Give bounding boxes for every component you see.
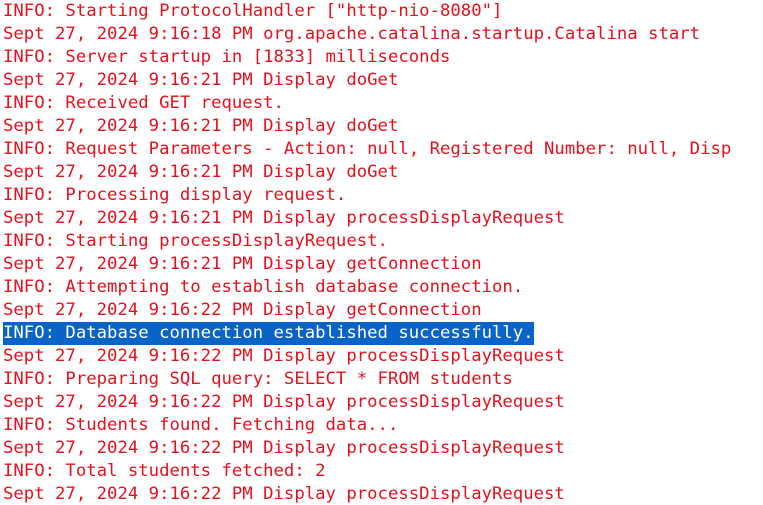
log-line-text: Sept 27, 2024 9:16:22 PM Display getConn…: [3, 300, 482, 320]
log-line[interactable]: Sept 27, 2024 9:16:18 PM org.apache.cata…: [0, 23, 763, 46]
log-line-text: Sept 27, 2024 9:16:21 PM Display process…: [3, 208, 565, 228]
log-line[interactable]: INFO: Starting ProtocolHandler ["http-ni…: [0, 0, 763, 23]
console-output[interactable]: INFO: Starting ProtocolHandler ["http-ni…: [0, 0, 763, 505]
log-line[interactable]: INFO: Starting processDisplayRequest.: [0, 230, 763, 253]
log-line-text: Sept 27, 2024 9:16:22 PM Display process…: [3, 484, 565, 504]
log-line-selected[interactable]: INFO: Database connection established su…: [0, 322, 763, 345]
log-line-text: INFO: Starting ProtocolHandler ["http-ni…: [3, 1, 503, 21]
log-line[interactable]: Sept 27, 2024 9:16:22 PM Display getConn…: [0, 299, 763, 322]
log-line[interactable]: Sept 27, 2024 9:16:22 PM Display process…: [0, 391, 763, 414]
log-line-text: INFO: Attempting to establish database c…: [3, 277, 524, 297]
log-line-text: Sept 27, 2024 9:16:21 PM Display doGet: [3, 70, 399, 90]
log-line[interactable]: INFO: Processing display request.: [0, 184, 763, 207]
log-line-text: INFO: Total students fetched: 2: [3, 461, 326, 481]
log-line[interactable]: Sept 27, 2024 9:16:21 PM Display getConn…: [0, 253, 763, 276]
log-line-text: INFO: Received GET request.: [3, 93, 284, 113]
log-line-text: INFO: Request Parameters - Action: null,…: [3, 139, 732, 159]
log-line[interactable]: Sept 27, 2024 9:16:22 PM Display process…: [0, 483, 763, 505]
log-line-text: Sept 27, 2024 9:16:22 PM Display process…: [3, 438, 565, 458]
log-line[interactable]: INFO: Received GET request.: [0, 92, 763, 115]
log-line[interactable]: Sept 27, 2024 9:16:22 PM Display process…: [0, 437, 763, 460]
log-line[interactable]: INFO: Attempting to establish database c…: [0, 276, 763, 299]
log-line-text: Sept 27, 2024 9:16:21 PM Display doGet: [3, 116, 399, 136]
log-line-text: INFO: Server startup in [1833] milliseco…: [3, 47, 451, 67]
log-line-text: INFO: Students found. Fetching data...: [3, 415, 399, 435]
log-line[interactable]: Sept 27, 2024 9:16:21 PM Display doGet: [0, 161, 763, 184]
log-line[interactable]: Sept 27, 2024 9:16:21 PM Display doGet: [0, 115, 763, 138]
log-line-text: Sept 27, 2024 9:16:22 PM Display process…: [3, 346, 565, 366]
log-line[interactable]: INFO: Total students fetched: 2: [0, 460, 763, 483]
log-line-text: Sept 27, 2024 9:16:22 PM Display process…: [3, 392, 565, 412]
log-line-text: Sept 27, 2024 9:16:21 PM Display doGet: [3, 162, 399, 182]
log-line-text: Sept 27, 2024 9:16:21 PM Display getConn…: [3, 254, 482, 274]
log-line-text: Sept 27, 2024 9:16:18 PM org.apache.cata…: [3, 24, 701, 44]
log-line[interactable]: Sept 27, 2024 9:16:21 PM Display doGet: [0, 69, 763, 92]
log-line-text: INFO: Preparing SQL query: SELECT * FROM…: [3, 369, 513, 389]
log-line[interactable]: INFO: Preparing SQL query: SELECT * FROM…: [0, 368, 763, 391]
log-line[interactable]: INFO: Request Parameters - Action: null,…: [0, 138, 763, 161]
selected-log-line-text: INFO: Database connection established su…: [3, 322, 534, 345]
log-line-text: INFO: Processing display request.: [3, 185, 347, 205]
log-line[interactable]: INFO: Server startup in [1833] milliseco…: [0, 46, 763, 69]
log-line[interactable]: Sept 27, 2024 9:16:21 PM Display process…: [0, 207, 763, 230]
log-line[interactable]: Sept 27, 2024 9:16:22 PM Display process…: [0, 345, 763, 368]
log-line[interactable]: INFO: Students found. Fetching data...: [0, 414, 763, 437]
log-line-text: INFO: Starting processDisplayRequest.: [3, 231, 388, 251]
